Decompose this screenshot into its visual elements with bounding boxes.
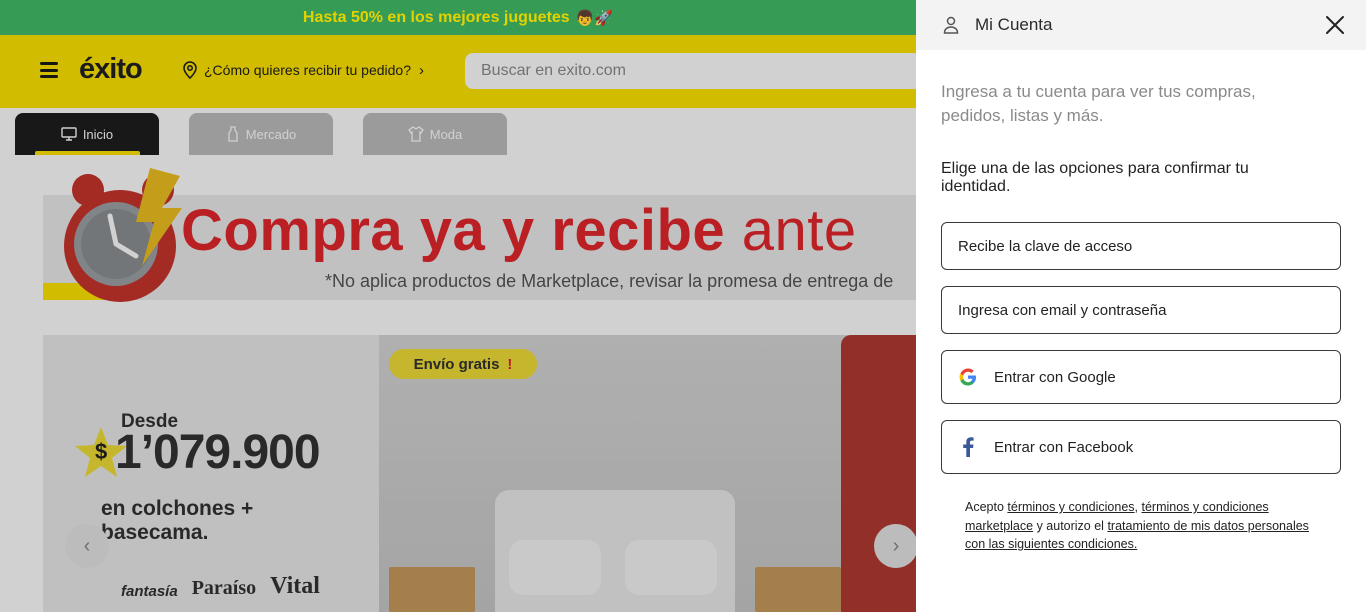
google-icon: [958, 367, 978, 387]
account-panel: Mi Cuenta Ingresa a tu cuenta para ver t…: [916, 0, 1366, 612]
identity-prompt: Elige una de las opciones para confirmar…: [941, 160, 1249, 195]
facebook-icon: [958, 437, 978, 457]
button-label: Ingresa con email y contraseña: [958, 301, 1167, 319]
terms-link[interactable]: términos y condiciones: [1007, 500, 1134, 514]
user-icon: [943, 16, 959, 34]
page: Hasta 50% en los mejores juguetes 👦🚀 éxi…: [0, 0, 1366, 612]
google-login-button[interactable]: Entrar con Google: [941, 350, 1341, 404]
button-label: Recibe la clave de acceso: [958, 237, 1133, 255]
close-button[interactable]: [1322, 12, 1348, 38]
close-icon: [1326, 16, 1344, 34]
modal-overlay[interactable]: [0, 35, 916, 612]
email-password-button[interactable]: Ingresa con email y contraseña: [941, 286, 1341, 334]
terms-consent-text: Acepto términos y condiciones, términos …: [965, 500, 1309, 551]
access-code-button[interactable]: Recibe la clave de acceso: [941, 222, 1341, 270]
facebook-login-button[interactable]: Entrar con Facebook: [941, 420, 1341, 474]
overlay-top: [0, 0, 916, 35]
account-panel-title: Mi Cuenta: [975, 15, 1053, 34]
account-intro-text: Ingresa a tu cuenta para ver tus compras…: [941, 82, 1256, 125]
button-label: Entrar con Facebook: [994, 438, 1134, 456]
button-label: Entrar con Google: [994, 368, 1116, 386]
account-panel-header: Mi Cuenta: [916, 0, 1366, 50]
